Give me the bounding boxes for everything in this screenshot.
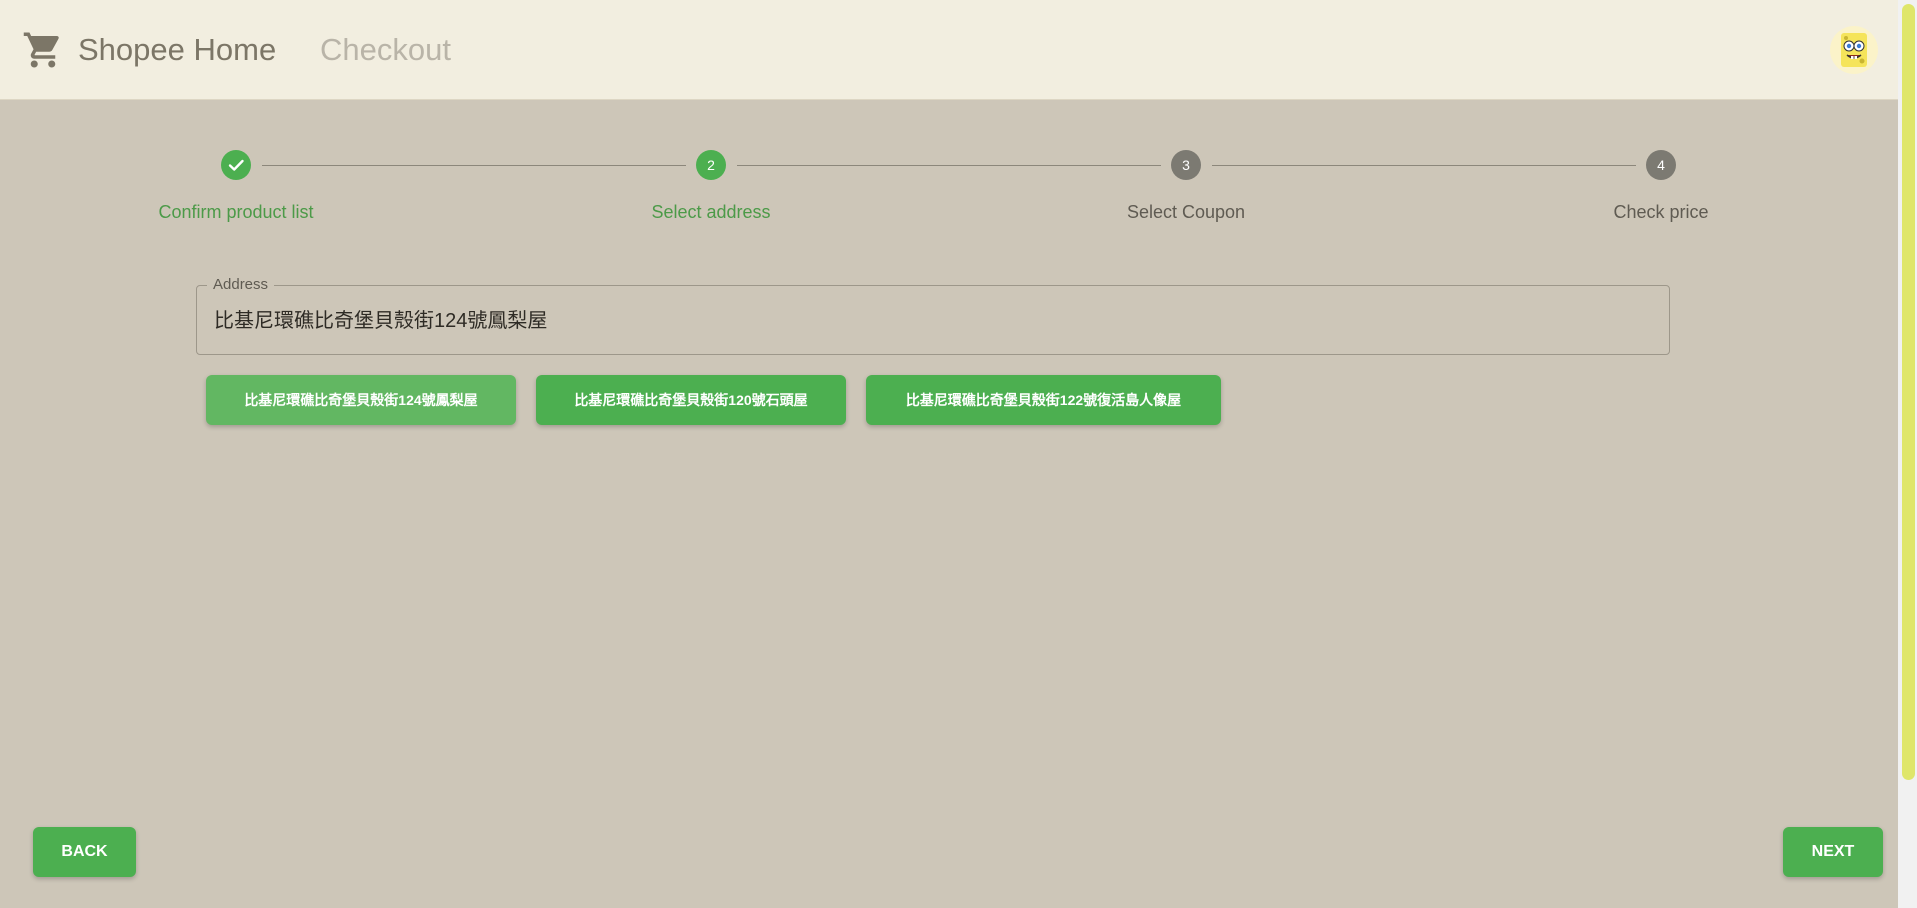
sponge-avatar-icon (1841, 33, 1867, 67)
breadcrumb-checkout: Checkout (320, 32, 451, 67)
step-connector (1212, 165, 1636, 166)
shopping-cart-icon[interactable] (22, 29, 64, 71)
app-bar: Shopee Home Checkout (0, 0, 1898, 100)
address-suggestion-button[interactable]: 比基尼環礁比奇堡貝殼街120號石頭屋 (536, 375, 846, 425)
next-button[interactable]: NEXT (1783, 827, 1883, 877)
step-connector (262, 165, 686, 166)
scrollbar-thumb[interactable] (1902, 4, 1915, 780)
page-scrollbar[interactable] (1898, 0, 1917, 908)
step-4-indicator: 4 (1646, 150, 1676, 180)
address-suggestion-button[interactable]: 比基尼環礁比奇堡貝殼街122號復活島人像屋 (866, 375, 1221, 425)
checkout-stepper: 2 3 4 Confirm product list Select addres… (0, 150, 1898, 230)
step-2-label: Select address (651, 202, 771, 222)
user-avatar-icon[interactable] (1830, 26, 1878, 74)
step-3-label: Select Coupon (1126, 202, 1246, 222)
step-4-label: Check price (1613, 202, 1709, 222)
step-3-indicator: 3 (1171, 150, 1201, 180)
brand-link[interactable]: Shopee Home (78, 31, 276, 69)
step-2-indicator: 2 (696, 150, 726, 180)
address-input[interactable] (214, 308, 1652, 334)
address-field-label: Address (207, 276, 275, 294)
back-button[interactable]: BACK (33, 827, 136, 877)
step-connector (737, 165, 1161, 166)
step-1-check-icon (221, 150, 251, 180)
address-field: Address (196, 276, 1670, 355)
step-1-label: Confirm product list (158, 202, 314, 222)
address-suggestion-button[interactable]: 比基尼環礁比奇堡貝殼街124號鳳梨屋 (206, 375, 516, 425)
